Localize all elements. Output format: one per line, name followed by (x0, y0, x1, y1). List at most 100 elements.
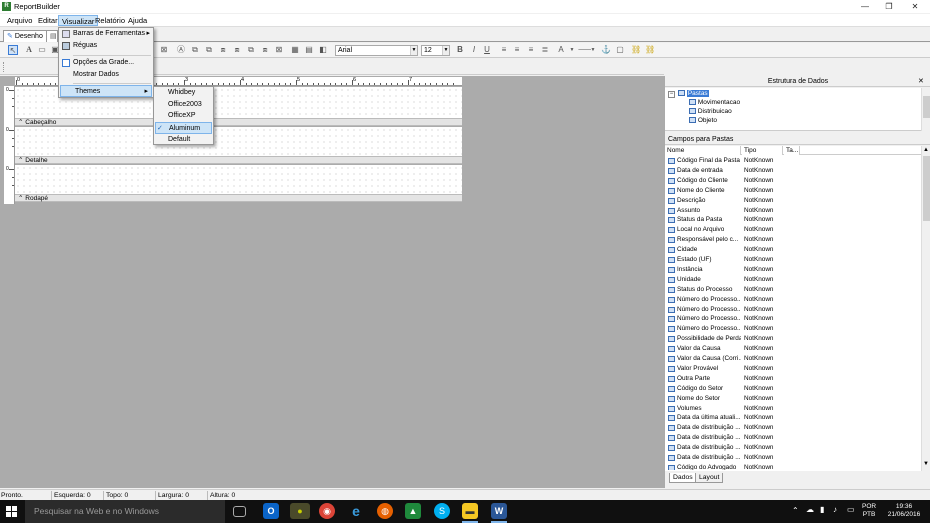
field-row[interactable]: Número do Processo... NotKnown (665, 295, 920, 305)
field-row[interactable]: Outra Parte NotKnown (665, 374, 920, 384)
field-row[interactable]: Código do Cliente NotKnown (665, 176, 920, 186)
align-tool-7-icon[interactable]: ⊠ (274, 45, 284, 55)
column-header-tipo[interactable]: Tipo (742, 146, 783, 155)
band-label-detalhe[interactable]: ⌃ Detalhe (15, 156, 462, 164)
chrome-icon[interactable]: ◉ (319, 503, 335, 519)
tray-chevron-icon[interactable]: ⌃ (792, 506, 799, 515)
fields-scrollbar[interactable]: ▲ ▼ (921, 146, 930, 471)
field-row[interactable]: Código do Setor NotKnown (665, 384, 920, 394)
scroll-up-icon[interactable]: ▲ (923, 147, 929, 153)
menu-ajuda[interactable]: Ajuda (125, 15, 150, 26)
font-color-dropdown-icon[interactable]: ▼ (567, 45, 577, 55)
font-name-select[interactable]: Arial ▼ (335, 45, 418, 56)
detail-band-area[interactable] (15, 127, 462, 156)
bold-icon[interactable]: B (455, 45, 465, 55)
field-row[interactable]: Nome do Setor NotKnown (665, 394, 920, 404)
band-label-cabecalho[interactable]: ⌃ Cabeçalho (15, 118, 462, 126)
field-row[interactable]: Data de distribuição ... NotKnown (665, 453, 920, 463)
column-header-nome[interactable]: Nome (665, 146, 741, 155)
field-row[interactable]: Valor da Causa NotKnown (665, 344, 920, 354)
menu-item-themes[interactable]: Themes ▸ (60, 85, 152, 97)
tray-network-icon[interactable]: ▮ (820, 505, 824, 514)
tree-scrollbar[interactable] (921, 88, 930, 131)
file-explorer-icon[interactable]: ▬ (462, 503, 478, 519)
photos-icon[interactable]: ▲ (405, 503, 421, 519)
field-row[interactable]: Valor Provável NotKnown (665, 364, 920, 374)
tree-expander-icon[interactable]: − (668, 89, 675, 98)
collapse-caret-icon[interactable]: ⌃ (18, 195, 23, 202)
align-tool-3-icon[interactable]: ⧈ (218, 45, 228, 55)
field-row[interactable]: Data de distribuição ... NotKnown (665, 443, 920, 453)
edge-icon[interactable]: e (348, 503, 364, 519)
field-row[interactable]: Local no Arquivo NotKnown (665, 225, 920, 235)
field-row[interactable]: Volumes NotKnown (665, 404, 920, 414)
field-row[interactable]: Código Final da Pasta NotKnown (665, 156, 920, 166)
select-pointer-tool-icon[interactable]: ↖ (8, 45, 18, 55)
tab-design[interactable]: ✎ Desenho (3, 30, 47, 42)
menu-item-show-data[interactable]: Mostrar Dados (59, 69, 153, 81)
underline-icon[interactable]: U (482, 45, 492, 55)
field-row[interactable]: Nome do Cliente NotKnown (665, 186, 920, 196)
tab-dados[interactable]: Dados (669, 473, 697, 483)
column-header-tamanho[interactable]: Ta... (784, 146, 800, 155)
maximize-button[interactable]: ❐ (876, 0, 902, 13)
field-row[interactable]: Unidade NotKnown (665, 275, 920, 285)
font-size-select[interactable]: 12 ▼ (421, 45, 450, 56)
unlink-icon[interactable]: ⛓ (645, 45, 655, 55)
app-reportbuilder-icon[interactable]: ● (290, 503, 310, 519)
format-text-icon[interactable]: Ⓐ (176, 45, 186, 55)
menu-editar[interactable]: Editar (35, 15, 61, 26)
tab-layout[interactable]: Layout (695, 473, 724, 483)
link-icon[interactable]: ⛓ (631, 45, 641, 55)
theme-default[interactable]: Default (154, 134, 213, 146)
align-tool-6-icon[interactable]: ⧈ (260, 45, 270, 55)
word-icon[interactable]: W (491, 503, 507, 519)
grid-tool-icon[interactable]: ▦ (290, 45, 300, 55)
tree-root-pastas[interactable]: Pastas (678, 89, 709, 98)
line-style-dropdown-icon[interactable]: ▼ (588, 45, 598, 55)
panel-close-icon[interactable]: ✕ (918, 76, 924, 87)
align-tool-5-icon[interactable]: ⧉ (246, 45, 256, 55)
theme-aluminum[interactable]: ✓ Aluminum (155, 122, 212, 134)
align-tool-2-icon[interactable]: ⧉ (204, 45, 214, 55)
table-tool-icon[interactable]: ▤ (304, 45, 314, 55)
delete-tool-icon[interactable]: ⊠ (159, 45, 169, 55)
rectangle-tool-icon[interactable]: ▭ (37, 45, 47, 55)
menu-item-rulers[interactable]: Réguas (59, 40, 153, 52)
align-tool-icon[interactable]: ⧉ (190, 45, 200, 55)
field-row[interactable]: Responsável pelo c... NotKnown (665, 235, 920, 245)
scroll-down-icon[interactable]: ▼ (923, 461, 929, 467)
field-row[interactable]: Cidade NotKnown (665, 245, 920, 255)
field-row[interactable]: Instância NotKnown (665, 265, 920, 275)
field-row[interactable]: Data da última atuali... NotKnown (665, 413, 920, 423)
field-row[interactable]: Valor da Causa (Corri... NotKnown (665, 354, 920, 364)
anchor-icon[interactable]: ⚓ (601, 45, 611, 55)
align-center-icon[interactable]: ≡ (512, 45, 522, 55)
band-label-rodape[interactable]: ⌃ Rodapé (15, 194, 462, 202)
bring-front-icon[interactable]: ◧ (318, 45, 328, 55)
skype-icon[interactable]: S (434, 503, 450, 519)
minimize-button[interactable]: — (852, 0, 878, 13)
border-icon[interactable]: ▢ (615, 45, 625, 55)
tab-preview[interactable]: ▤ (46, 30, 58, 42)
italic-icon[interactable]: I (469, 45, 479, 55)
collapse-caret-icon[interactable]: ⌃ (18, 119, 23, 126)
field-row[interactable]: Descrição NotKnown (665, 196, 920, 206)
font-size-dropdown-icon[interactable]: ▼ (442, 46, 449, 55)
close-button[interactable]: ✕ (902, 0, 928, 13)
tray-message-icon[interactable]: ▭ (847, 505, 855, 514)
tray-volume-icon[interactable]: ♪ (833, 505, 837, 514)
field-row[interactable]: Data de entrada NotKnown (665, 166, 920, 176)
font-name-dropdown-icon[interactable]: ▼ (410, 46, 417, 55)
field-row[interactable]: Data de distribuição ... NotKnown (665, 423, 920, 433)
tree-scroll-thumb[interactable] (923, 96, 930, 118)
firefox-icon[interactable]: ◍ (377, 503, 393, 519)
field-row[interactable]: Código do Advogado NotKnown (665, 463, 920, 470)
field-row[interactable]: Data de distribuição ... NotKnown (665, 433, 920, 443)
field-row[interactable]: Estado (UF) NotKnown (665, 255, 920, 265)
field-row[interactable]: Possibilidade de Perda NotKnown (665, 334, 920, 344)
clock[interactable]: 19:36 21/06/2016 (883, 503, 925, 519)
font-color-icon[interactable]: A (556, 45, 566, 55)
theme-whidbey[interactable]: Whidbey (154, 87, 213, 99)
footer-band-area[interactable] (15, 165, 462, 194)
